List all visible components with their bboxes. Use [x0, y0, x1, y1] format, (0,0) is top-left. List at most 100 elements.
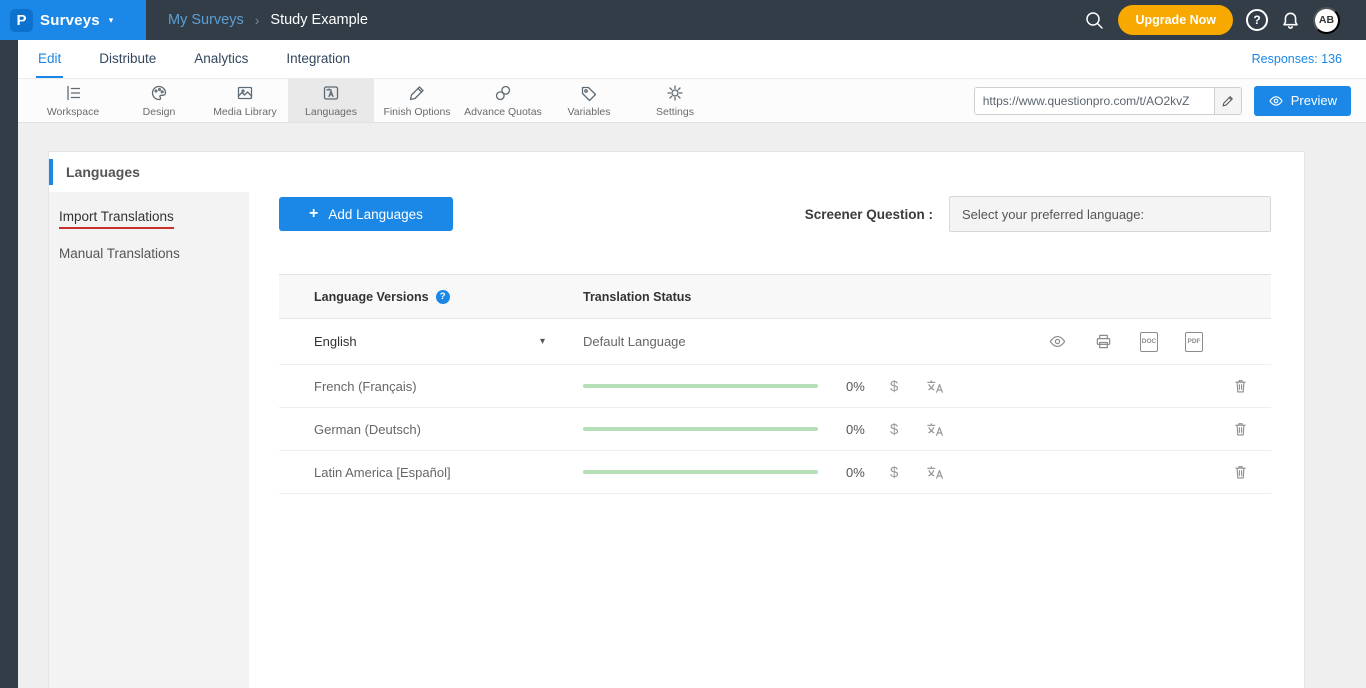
main-content: Languages Import Translations Manual Tra…: [18, 123, 1366, 688]
language-row: German (Deutsch) 0% $: [279, 408, 1271, 451]
delete-language-button[interactable]: [1232, 420, 1249, 438]
chevron-down-icon[interactable]: ▾: [540, 336, 545, 347]
professional-translation-button[interactable]: $: [890, 464, 898, 481]
translation-percent: 0%: [846, 422, 876, 437]
language-versions-header: Language Versions: [314, 290, 429, 304]
help-tooltip-icon[interactable]: ?: [436, 290, 450, 304]
table-header-row: Language Versions ? Translation Status: [279, 274, 1271, 319]
auto-translate-button[interactable]: [926, 378, 945, 395]
finish-options-icon: [407, 83, 427, 103]
design-palette-icon: [149, 83, 169, 103]
add-languages-button[interactable]: + Add Languages: [279, 197, 453, 231]
auto-translate-button[interactable]: [926, 421, 945, 438]
default-language-status: Default Language: [583, 334, 686, 349]
workspace-icon: [63, 83, 83, 103]
accent-bar: [49, 159, 53, 185]
topbar-actions: Upgrade Now ? AB: [1084, 5, 1366, 35]
toolbar-item-design[interactable]: Design: [116, 79, 202, 122]
survey-section-tabs: Edit Distribute Analytics Integration Re…: [18, 40, 1366, 79]
advance-quotas-icon: [493, 83, 513, 103]
delete-language-button[interactable]: [1232, 377, 1249, 395]
variables-tag-icon: [579, 83, 599, 103]
trash-icon: [1232, 377, 1249, 395]
languages-side-menu: Import Translations Manual Translations: [49, 192, 249, 688]
breadcrumb: My Surveys › Study Example: [168, 12, 368, 28]
edit-url-button[interactable]: [1214, 88, 1241, 114]
toolbar-item-languages[interactable]: Languages: [288, 79, 374, 122]
export-pdf-button[interactable]: PDF: [1185, 332, 1203, 352]
translation-progress-bar: [583, 470, 818, 474]
breadcrumb-current-survey: Study Example: [270, 12, 368, 28]
print-survey-button[interactable]: [1094, 332, 1113, 351]
translation-rows: French (Français) 0% $: [279, 365, 1271, 494]
tab-edit[interactable]: Edit: [36, 40, 63, 78]
toolbar-item-media-library[interactable]: Media Library: [202, 79, 288, 122]
toolbar-item-settings[interactable]: Settings: [632, 79, 718, 122]
collapsed-side-rail: [0, 40, 18, 688]
page-title: Languages: [66, 164, 140, 180]
languages-card: Languages Import Translations Manual Tra…: [48, 151, 1305, 688]
trash-icon: [1232, 463, 1249, 481]
preview-button[interactable]: Preview: [1254, 86, 1351, 116]
survey-url-input[interactable]: [975, 88, 1214, 114]
pencil-icon: [1221, 94, 1235, 108]
search-icon: [1084, 10, 1105, 31]
toolbar-item-variables[interactable]: Variables: [546, 79, 632, 122]
language-name: French (Français): [279, 379, 583, 394]
plus-icon: +: [309, 206, 318, 222]
eye-icon: [1048, 332, 1067, 351]
help-button[interactable]: ?: [1246, 9, 1268, 31]
trash-icon: [1232, 420, 1249, 438]
translate-icon: [926, 464, 945, 481]
user-avatar[interactable]: AB: [1313, 7, 1340, 34]
export-doc-button[interactable]: DOC: [1140, 332, 1158, 352]
language-row: Latin America [Español] 0% $: [279, 451, 1271, 494]
translation-percent: 0%: [846, 379, 876, 394]
bell-icon: [1281, 11, 1300, 30]
notifications-button[interactable]: [1281, 11, 1300, 30]
auto-translate-button[interactable]: [926, 464, 945, 481]
screener-question-label: Screener Question :: [805, 207, 933, 222]
tab-integration[interactable]: Integration: [284, 40, 352, 78]
breadcrumb-my-surveys[interactable]: My Surveys: [168, 12, 244, 28]
menu-item-import-translations[interactable]: Import Translations: [49, 198, 249, 235]
toolbar-right-group: Preview: [974, 79, 1366, 122]
toolbar-item-advance-quotas[interactable]: Advance Quotas: [460, 79, 546, 122]
view-survey-button[interactable]: [1048, 332, 1067, 351]
survey-url-box: [974, 87, 1242, 115]
toolbar-item-finish-options[interactable]: Finish Options: [374, 79, 460, 122]
toolbar-item-workspace[interactable]: Workspace: [30, 79, 116, 122]
product-name: Surveys: [40, 12, 100, 29]
language-name: German (Deutsch): [279, 422, 583, 437]
languages-panel: + Add Languages Screener Question : Sele…: [249, 192, 1304, 688]
chevron-right-icon: ›: [255, 12, 260, 28]
edit-toolbar: Workspace Design Media Library Languages…: [18, 79, 1366, 123]
search-button[interactable]: [1084, 10, 1105, 31]
tab-distribute[interactable]: Distribute: [97, 40, 158, 78]
default-language-name: English: [314, 334, 357, 349]
settings-gear-icon: [665, 83, 685, 103]
delete-language-button[interactable]: [1232, 463, 1249, 481]
upgrade-now-button[interactable]: Upgrade Now: [1118, 5, 1233, 35]
default-language-row: English ▾ Default Language: [279, 319, 1271, 365]
card-header: Languages: [49, 152, 1304, 192]
translate-icon: [926, 421, 945, 438]
responses-count[interactable]: Responses: 136: [1252, 52, 1342, 66]
top-navbar: P Surveys ▾ My Surveys › Study Example U…: [0, 0, 1366, 40]
export-actions: DOC PDF: [1048, 332, 1203, 352]
language-row: French (Français) 0% $: [279, 365, 1271, 408]
translation-percent: 0%: [846, 465, 876, 480]
language-name: Latin America [Español]: [279, 465, 583, 480]
translate-icon: [926, 378, 945, 395]
professional-translation-button[interactable]: $: [890, 421, 898, 438]
media-library-icon: [235, 83, 255, 103]
screener-question-select[interactable]: Select your preferred language:: [949, 196, 1271, 232]
menu-item-manual-translations[interactable]: Manual Translations: [49, 235, 249, 272]
professional-translation-button[interactable]: $: [890, 378, 898, 395]
tab-analytics[interactable]: Analytics: [192, 40, 250, 78]
languages-icon: [321, 83, 341, 103]
product-switcher[interactable]: P Surveys ▾: [0, 0, 146, 40]
language-versions-table: Language Versions ? Translation Status E…: [279, 274, 1271, 494]
translation-progress-bar: [583, 384, 818, 388]
eye-icon: [1268, 93, 1284, 109]
